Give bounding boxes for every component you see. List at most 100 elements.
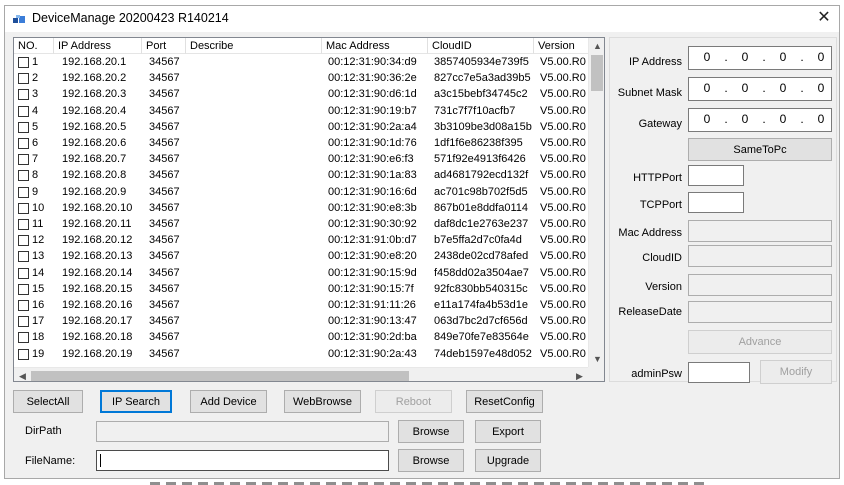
table-row[interactable]: 5 192.168.20.5 34567 00:12:31:90:2a:a4 3b310… [14,120,588,135]
gateway-octet[interactable]: 0 [811,109,831,129]
gateway-octet[interactable]: 0 [773,109,793,129]
subnet-mask-input[interactable]: 0. 0. 0. 0 [688,77,832,101]
scroll-down-icon[interactable]: ▼ [589,351,604,367]
version-field[interactable] [688,274,832,296]
upgrade-button[interactable]: Upgrade [475,449,541,472]
cell-ip: 192.168.20.9 [62,185,127,198]
scroll-right-icon[interactable]: ▶ [571,368,588,381]
vertical-scrollbar[interactable]: ▲ ▼ [588,38,604,367]
release-date-field[interactable] [688,301,832,323]
row-checkbox[interactable] [18,57,29,68]
horizontal-scrollbar[interactable]: ◀ ▶ [14,367,588,381]
mask-octet[interactable]: 0 [697,78,717,98]
table-row[interactable]: 18 192.168.20.18 34567 00:12:31:90:2d:ba 849… [14,330,588,345]
column-header-cloudid[interactable]: CloudID [428,38,534,54]
cloud-id-field[interactable] [688,245,832,267]
row-checkbox[interactable] [18,170,29,182]
export-button[interactable]: Export [475,420,541,443]
column-header-ip[interactable]: IP Address [54,38,142,54]
same-to-pc-button[interactable]: SameToPc [688,138,832,161]
ip-octet[interactable]: 0 [811,47,831,67]
row-checkbox[interactable] [18,202,29,214]
table-row[interactable]: 17 192.168.20.17 34567 00:12:31:90:13:47 063… [14,314,588,329]
row-checkbox[interactable] [18,267,29,279]
filename-field[interactable] [96,450,389,471]
table-row[interactable]: 13 192.168.20.13 34567 00:12:31:90:e8:20 243… [14,249,588,264]
column-header-mac[interactable]: Mac Address [322,38,428,54]
mask-octet[interactable]: 0 [811,78,831,98]
row-checkbox[interactable] [18,332,29,344]
table-row[interactable]: 12 192.168.20.12 34567 00:12:31:91:0b:d7 b7e… [14,233,588,248]
close-icon[interactable]: ✕ [811,7,837,31]
gateway-octet[interactable]: 0 [735,109,755,129]
row-checkbox[interactable] [18,138,29,149]
advance-button[interactable]: Advance [688,330,832,354]
cell-describe [192,120,322,135]
select-all-button[interactable]: SelectAll [13,390,83,413]
reboot-button[interactable]: Reboot [375,390,452,413]
column-header-describe[interactable]: Describe [186,38,322,54]
vertical-scroll-thumb[interactable] [591,55,603,91]
cell-ip: 192.168.20.16 [62,299,133,311]
column-header-no[interactable]: NO. [14,38,54,54]
mask-octet[interactable]: 0 [773,78,793,98]
scroll-left-icon[interactable]: ◀ [14,368,31,381]
row-checkbox[interactable] [18,283,29,295]
table-row[interactable]: 10 192.168.20.10 34567 00:12:31:90:e8:3b 867… [14,201,588,216]
table-row[interactable]: 8 192.168.20.8 34567 00:12:31:90:1a:83 ad468… [14,168,588,183]
add-device-button[interactable]: Add Device [190,390,267,413]
cell-no: 17 [32,315,45,328]
column-header-port[interactable]: Port [142,38,186,54]
table-row[interactable]: 19 192.168.20.19 34567 00:12:31:90:2a:43 74d… [14,347,588,362]
row-checkbox[interactable] [18,235,29,247]
tcp-port-input[interactable] [688,192,744,213]
horizontal-scroll-thumb[interactable] [31,371,409,381]
admin-password-input[interactable] [688,362,750,383]
table-row[interactable]: 6 192.168.20.6 34567 00:12:31:90:1d:76 1df1f… [14,136,588,151]
mac-address-field[interactable] [688,220,832,242]
table-row[interactable]: 15 192.168.20.15 34567 00:12:31:90:15:7f 92f… [14,282,588,297]
row-checkbox[interactable] [18,300,29,311]
device-list[interactable]: NO. IP Address Port Describe Mac Address… [13,37,605,382]
table-row[interactable]: 9 192.168.20.9 34567 00:12:31:90:16:6d ac701… [14,185,588,200]
http-port-input[interactable] [688,165,744,186]
row-checkbox[interactable] [18,154,29,166]
table-row[interactable]: 2 192.168.20.2 34567 00:12:31:90:36:2e 827cc… [14,71,588,86]
cell-no: 18 [32,331,45,344]
scroll-up-icon[interactable]: ▲ [589,38,604,54]
row-checkbox[interactable] [18,121,29,133]
table-row[interactable]: 1 192.168.20.1 34567 00:12:31:90:34:d9 38574… [14,55,588,70]
dirpath-browse-button[interactable]: Browse [398,420,464,443]
row-checkbox[interactable] [18,219,29,230]
ip-search-button[interactable]: IP Search [100,390,172,413]
row-checkbox[interactable] [18,186,29,198]
table-row[interactable]: 14 192.168.20.14 34567 00:12:31:90:15:9d f45… [14,266,588,281]
dirpath-field[interactable] [96,421,389,442]
ip-octet[interactable]: 0 [773,47,793,67]
ip-dot: . [800,50,804,64]
ip-octet[interactable]: 0 [735,47,755,67]
web-browse-button[interactable]: WebBrowse [284,390,361,413]
table-row[interactable]: 11 192.168.20.11 34567 00:12:31:90:30:92 daf… [14,217,588,232]
reset-config-button[interactable]: ResetConfig [466,390,543,413]
mask-octet[interactable]: 0 [735,78,755,98]
table-row[interactable]: 16 192.168.20.16 34567 00:12:31:91:11:26 e11… [14,298,588,313]
table-row[interactable]: 4 192.168.20.4 34567 00:12:31:90:19:b7 731c7… [14,104,588,119]
cell-mac: 00:12:31:90:2d:ba [328,331,417,344]
filename-browse-button[interactable]: Browse [398,449,464,472]
table-row[interactable]: 3 192.168.20.3 34567 00:12:31:90:d6:1d a3c15… [14,87,588,102]
ip-address-input[interactable]: 0. 0. 0. 0 [688,46,832,70]
row-checkbox[interactable] [18,316,29,328]
ip-octet[interactable]: 0 [697,47,717,67]
row-checkbox[interactable] [18,73,29,85]
gateway-octet[interactable]: 0 [697,109,717,129]
row-checkbox[interactable] [18,89,29,101]
row-checkbox[interactable] [18,251,29,263]
row-checkbox[interactable] [18,348,29,360]
gateway-input[interactable]: 0. 0. 0. 0 [688,108,832,132]
modify-button[interactable]: Modify [760,360,832,384]
row-checkbox[interactable] [18,105,29,117]
table-row[interactable]: 7 192.168.20.7 34567 00:12:31:90:e6:f3 571f9… [14,152,588,167]
cell-describe [192,136,322,151]
column-header-version[interactable]: Version [534,38,588,54]
